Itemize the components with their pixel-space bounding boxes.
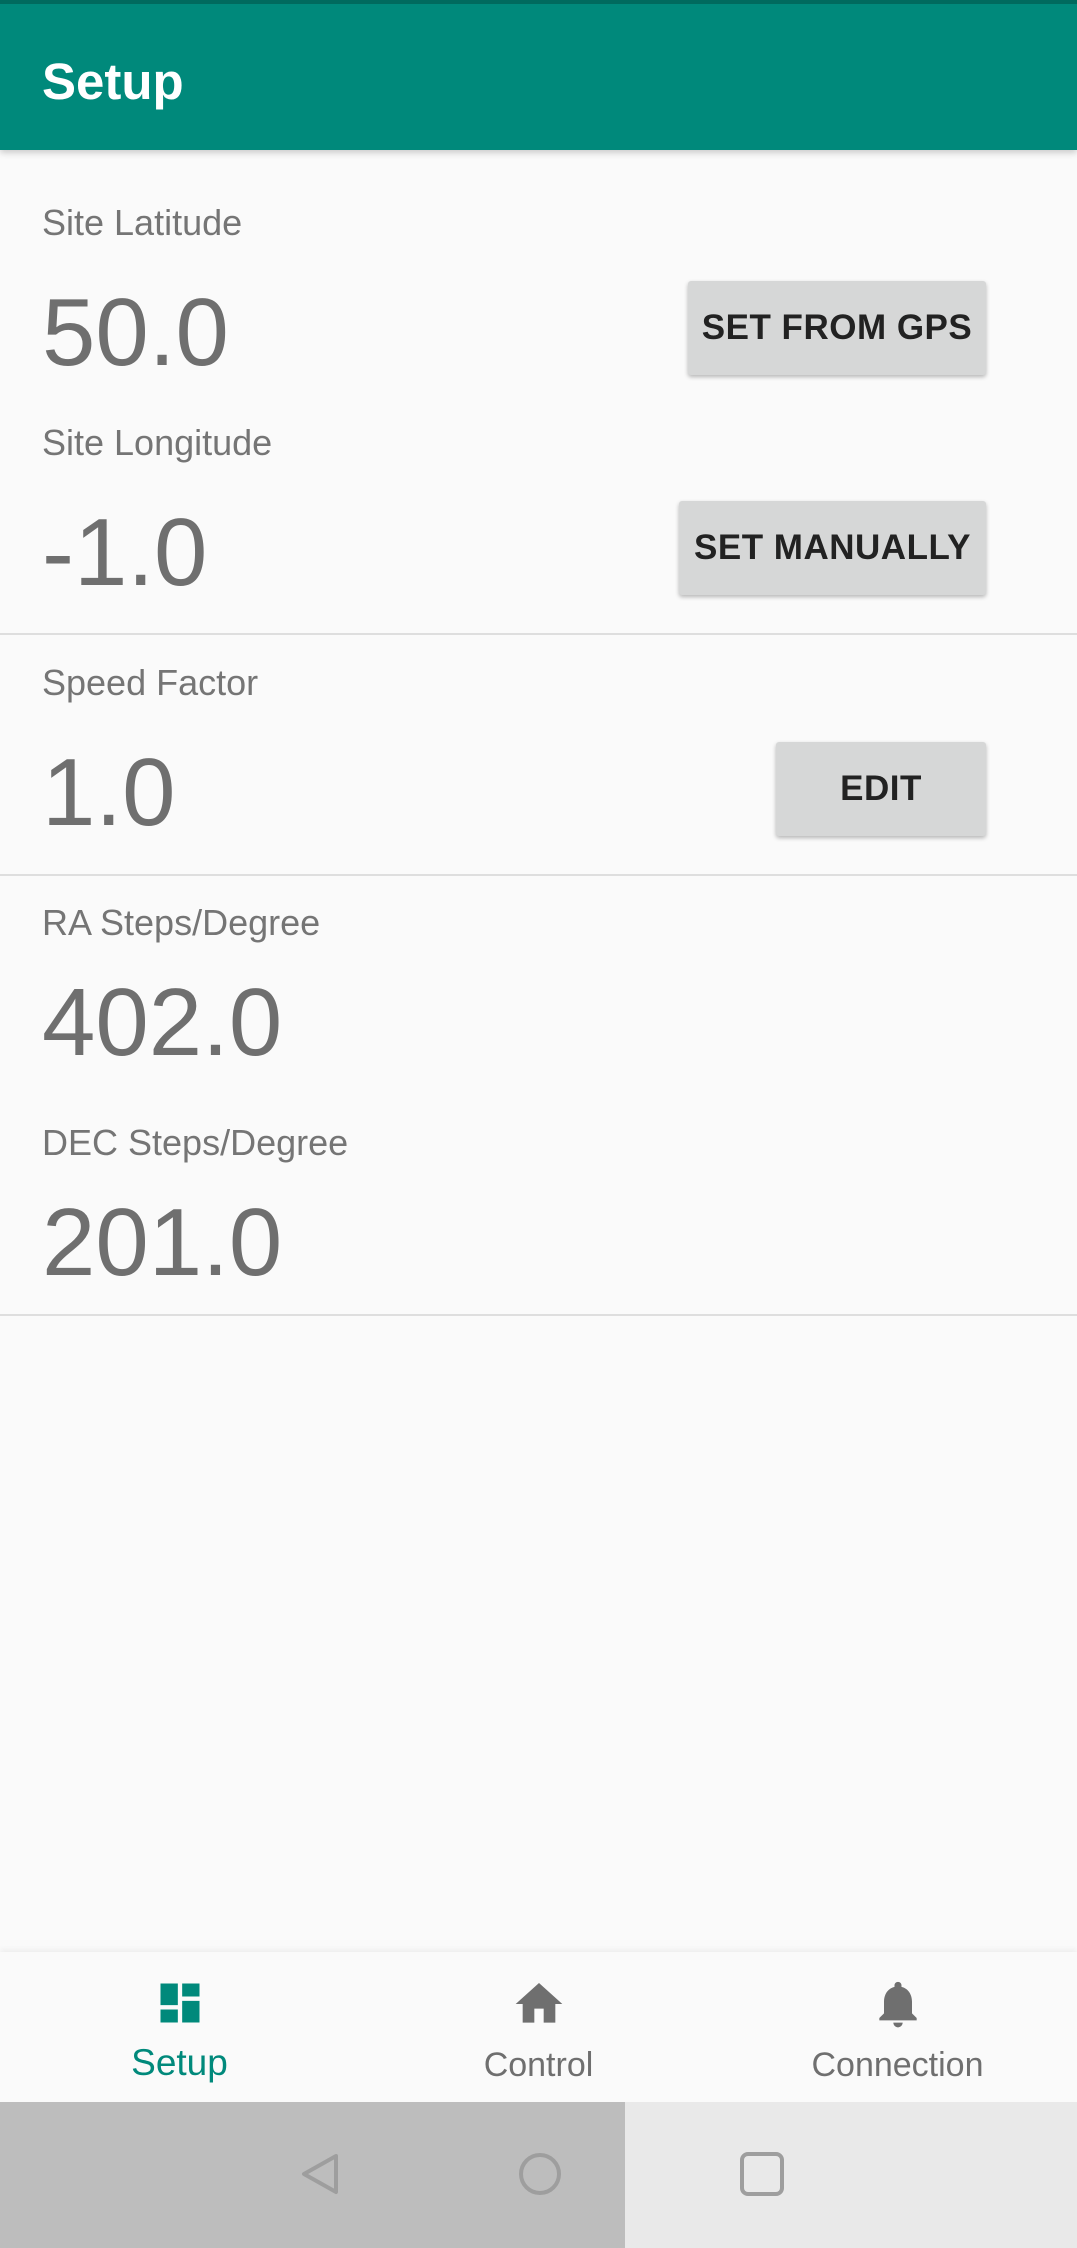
speed-factor-section: Speed Factor 1.0 EDIT [0,635,1077,876]
set-from-gps-button[interactable]: SET FROM GPS [688,281,986,375]
ra-steps-label: RA Steps/Degree [42,902,321,943]
dec-steps-label: DEC Steps/Degree [42,1122,349,1163]
dec-steps-value: 201.0 [42,1189,283,1296]
set-manually-button[interactable]: SET MANUALLY [679,501,986,595]
nav-label-setup: Setup [131,2042,228,2083]
nav-item-setup[interactable]: Setup [0,1952,359,2102]
site-longitude-value: -1.0 [42,499,208,606]
bell-icon [870,1976,926,2037]
site-latitude-value: 50.0 [42,279,229,386]
speed-factor-value: 1.0 [42,739,176,846]
nav-item-connection[interactable]: Connection [718,1952,1077,2102]
nav-label-control: Control [483,2046,594,2084]
app-bar: Setup [0,0,1077,150]
recents-square-icon[interactable] [736,2148,788,2205]
steps-section: RA Steps/Degree 402.0 DEC Steps/Degree 2… [0,876,1077,1316]
speed-factor-label: Speed Factor [42,662,259,703]
home-icon [511,1976,567,2037]
edit-speed-button[interactable]: EDIT [776,742,986,836]
back-icon[interactable] [294,2148,346,2205]
system-navigation-bar [0,2102,1077,2248]
location-section: Site Latitude 50.0 SET FROM GPS Site Lon… [0,150,1077,635]
page-title: Setup [42,53,184,110]
site-latitude-label: Site Latitude [42,202,243,243]
nav-item-control[interactable]: Control [359,1952,718,2102]
ra-steps-value: 402.0 [42,969,283,1076]
dashboard-icon [154,1977,206,2034]
site-longitude-label: Site Longitude [42,422,273,463]
nav-label-connection: Connection [811,2046,984,2084]
home-circle-icon[interactable] [514,2148,566,2205]
bottom-navigation: Setup Control Connection [0,1952,1077,2102]
